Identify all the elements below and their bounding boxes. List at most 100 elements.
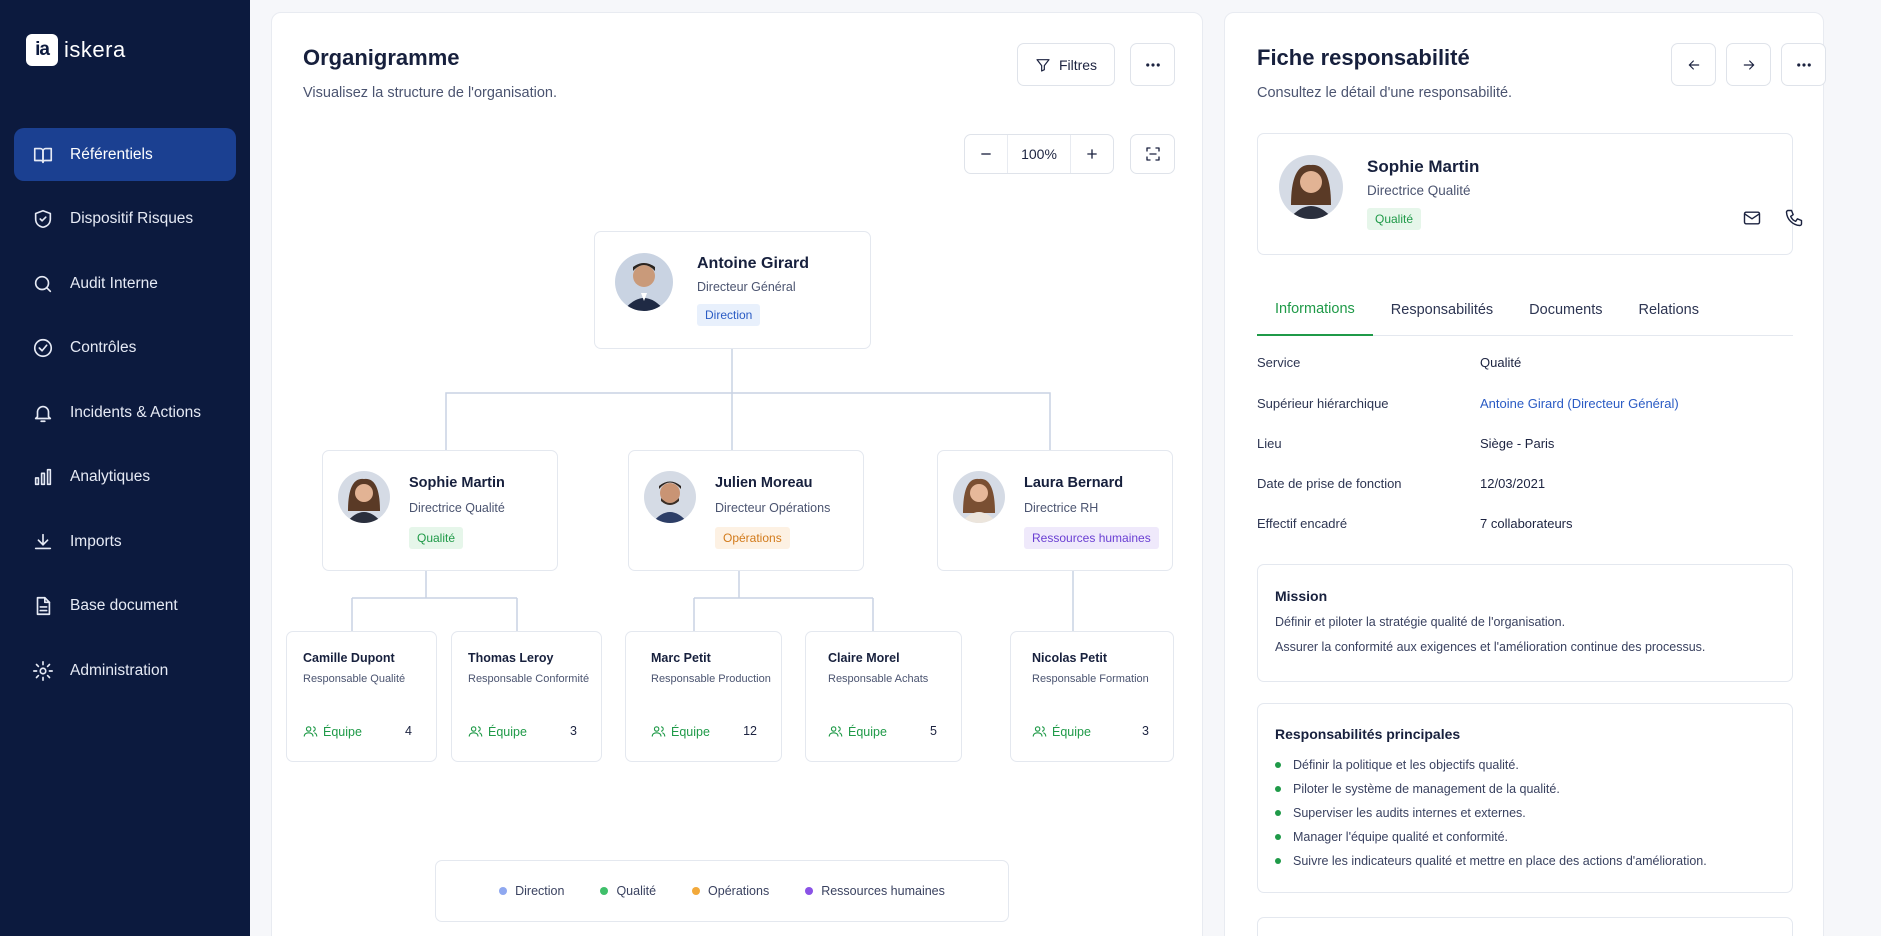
org-card-manager[interactable]: Julien Moreau Directeur Opérations Opéra… bbox=[628, 450, 864, 571]
responsibilities-title: Responsabilités principales bbox=[1275, 726, 1461, 742]
sidebar-item-label: Administration bbox=[70, 661, 169, 679]
sidebar-item-audit-interne[interactable]: Audit Interne bbox=[14, 257, 236, 310]
sidebar-item-administration[interactable]: Administration bbox=[14, 644, 236, 697]
search-icon bbox=[32, 273, 54, 295]
sidebar-item-imports[interactable]: Imports bbox=[14, 515, 236, 568]
fit-screen-button[interactable] bbox=[1130, 134, 1175, 174]
email-button[interactable] bbox=[1742, 208, 1762, 233]
sidebar-item-incidents-actions[interactable]: Incidents & Actions bbox=[14, 386, 236, 439]
fiche-tabs: Informations Responsabilités Documents R… bbox=[1257, 284, 1793, 336]
info-value: 7 collaborateurs bbox=[1480, 516, 1573, 531]
previous-button[interactable] bbox=[1671, 43, 1716, 86]
more-options-button[interactable] bbox=[1130, 43, 1175, 86]
legend-dot bbox=[499, 887, 508, 895]
legend-item-qualite: Qualité bbox=[600, 884, 656, 898]
sidebar-item-label: Référentiels bbox=[70, 145, 153, 163]
org-card-manager[interactable]: Laura Bernard Directrice RH Ressources h… bbox=[937, 450, 1173, 571]
team-count: 12 bbox=[743, 724, 757, 738]
org-card-member[interactable]: Thomas Leroy Responsable Conformité Équi… bbox=[451, 631, 602, 762]
sidebar-item-analytiques[interactable]: Analytiques bbox=[14, 451, 236, 504]
tab-documents[interactable]: Documents bbox=[1511, 284, 1620, 336]
plus-icon bbox=[1087, 149, 1097, 159]
avatar bbox=[1279, 155, 1343, 219]
avatar bbox=[953, 471, 1005, 523]
manager-link[interactable]: Antoine Girard (Directeur Général) bbox=[1480, 396, 1679, 411]
org-card-manager[interactable]: Sophie Martin Directrice Qualité Qualité bbox=[322, 450, 558, 571]
team-label: Équipe bbox=[323, 724, 362, 739]
minus-icon bbox=[981, 153, 991, 155]
fiche-subtitle: Consultez le détail d'une responsabilité… bbox=[1257, 85, 1513, 101]
person-name: Camille Dupont bbox=[303, 651, 395, 665]
team-link[interactable]: Équipe bbox=[468, 724, 527, 739]
team-icon bbox=[468, 726, 483, 737]
more-icon bbox=[1145, 62, 1160, 67]
person-role: Responsable Production bbox=[651, 673, 771, 685]
mail-icon bbox=[1743, 211, 1761, 225]
responsibility-text: Définir la politique et les objectifs qu… bbox=[1293, 758, 1519, 772]
zoom-out-button[interactable] bbox=[965, 135, 1007, 173]
tab-relations[interactable]: Relations bbox=[1621, 284, 1717, 336]
person-role: Directrice RH bbox=[1024, 501, 1099, 515]
person-name: Antoine Girard bbox=[697, 255, 810, 272]
person-name: Marc Petit bbox=[651, 651, 711, 665]
person-name: Sophie Martin bbox=[409, 475, 505, 491]
fiche-more-button[interactable] bbox=[1781, 43, 1826, 86]
info-label: Service bbox=[1257, 355, 1301, 370]
zoom-in-button[interactable] bbox=[1071, 135, 1113, 173]
arrow-left-icon bbox=[1688, 59, 1699, 70]
sidebar-item-label: Base document bbox=[70, 597, 178, 614]
team-link[interactable]: Équipe bbox=[1032, 724, 1091, 739]
team-link[interactable]: Équipe bbox=[828, 724, 887, 739]
filters-button[interactable]: Filtres bbox=[1017, 43, 1115, 86]
team-icon bbox=[1032, 726, 1047, 737]
responsibility-item: Superviser les audits internes et extern… bbox=[1275, 806, 1526, 820]
bullet-dot bbox=[1275, 834, 1281, 840]
sidebar-item-label: Analytiques bbox=[70, 468, 151, 485]
org-card-member[interactable]: Camille Dupont Responsable Qualité Équip… bbox=[286, 631, 437, 762]
profile-name: Sophie Martin bbox=[1367, 157, 1480, 176]
mission-title: Mission bbox=[1275, 588, 1328, 604]
download-icon bbox=[32, 531, 54, 553]
legend-item-direction: Direction bbox=[499, 884, 564, 898]
team-icon bbox=[828, 726, 843, 737]
sidebar-item-controles[interactable]: Contrôles bbox=[14, 322, 236, 375]
org-card-member[interactable]: Marc Petit Responsable Production Équipe… bbox=[625, 631, 782, 762]
filters-label: Filtres bbox=[1058, 56, 1098, 73]
responsibility-item: Piloter le système de management de la q… bbox=[1275, 782, 1560, 796]
next-button[interactable] bbox=[1726, 43, 1771, 86]
person-name: Thomas Leroy bbox=[468, 651, 554, 665]
person-role: Directeur Général bbox=[697, 280, 796, 294]
sidebar-item-referentiels[interactable]: Référentiels bbox=[14, 128, 236, 181]
phone-button[interactable] bbox=[1784, 208, 1804, 233]
bullet-dot bbox=[1275, 858, 1281, 864]
team-link[interactable]: Équipe bbox=[651, 724, 710, 739]
fit-screen-icon bbox=[1145, 147, 1160, 161]
tab-responsabilites[interactable]: Responsabilités bbox=[1373, 284, 1511, 336]
profile-role: Directrice Qualité bbox=[1367, 183, 1471, 198]
org-card-root[interactable]: Antoine Girard Directeur Général Directi… bbox=[594, 231, 871, 349]
page-title: Organigramme bbox=[303, 45, 460, 70]
sidebar-item-dispositif-risques[interactable]: Dispositif Risques bbox=[14, 193, 236, 246]
person-name: Nicolas Petit bbox=[1032, 651, 1108, 665]
app-logo[interactable]: ia iskera bbox=[26, 34, 126, 66]
bullet-dot bbox=[1275, 762, 1281, 768]
responsibility-text: Superviser les audits internes et extern… bbox=[1293, 806, 1526, 820]
org-card-member[interactable]: Nicolas Petit Responsable Formation Équi… bbox=[1010, 631, 1174, 762]
info-label: Lieu bbox=[1257, 436, 1282, 451]
responsibility-text: Manager l'équipe qualité et conformité. bbox=[1293, 830, 1509, 844]
tab-informations[interactable]: Informations bbox=[1257, 284, 1373, 336]
sidebar-nav: Référentiels Dispositif Risques Audit In… bbox=[14, 128, 236, 709]
responsibility-item: Suivre les indicateurs qualité et mettre… bbox=[1275, 854, 1707, 868]
logo-text: iskera bbox=[64, 37, 126, 62]
info-value: 12/03/2021 bbox=[1480, 476, 1546, 491]
next-section-box bbox=[1257, 917, 1793, 936]
team-link[interactable]: Équipe bbox=[303, 724, 362, 739]
person-role: Directrice Qualité bbox=[409, 501, 505, 515]
department-tag: Opérations bbox=[715, 527, 790, 549]
sidebar-item-base-document[interactable]: Base document bbox=[14, 580, 236, 633]
sidebar: ia iskera Référentiels Dispositif Risque… bbox=[0, 0, 250, 936]
org-card-member[interactable]: Claire Morel Responsable Achats Équipe 5 bbox=[805, 631, 962, 762]
person-role: Directeur Opérations bbox=[715, 501, 831, 515]
person-role: Responsable Achats bbox=[828, 673, 929, 685]
team-label: Équipe bbox=[848, 724, 887, 739]
